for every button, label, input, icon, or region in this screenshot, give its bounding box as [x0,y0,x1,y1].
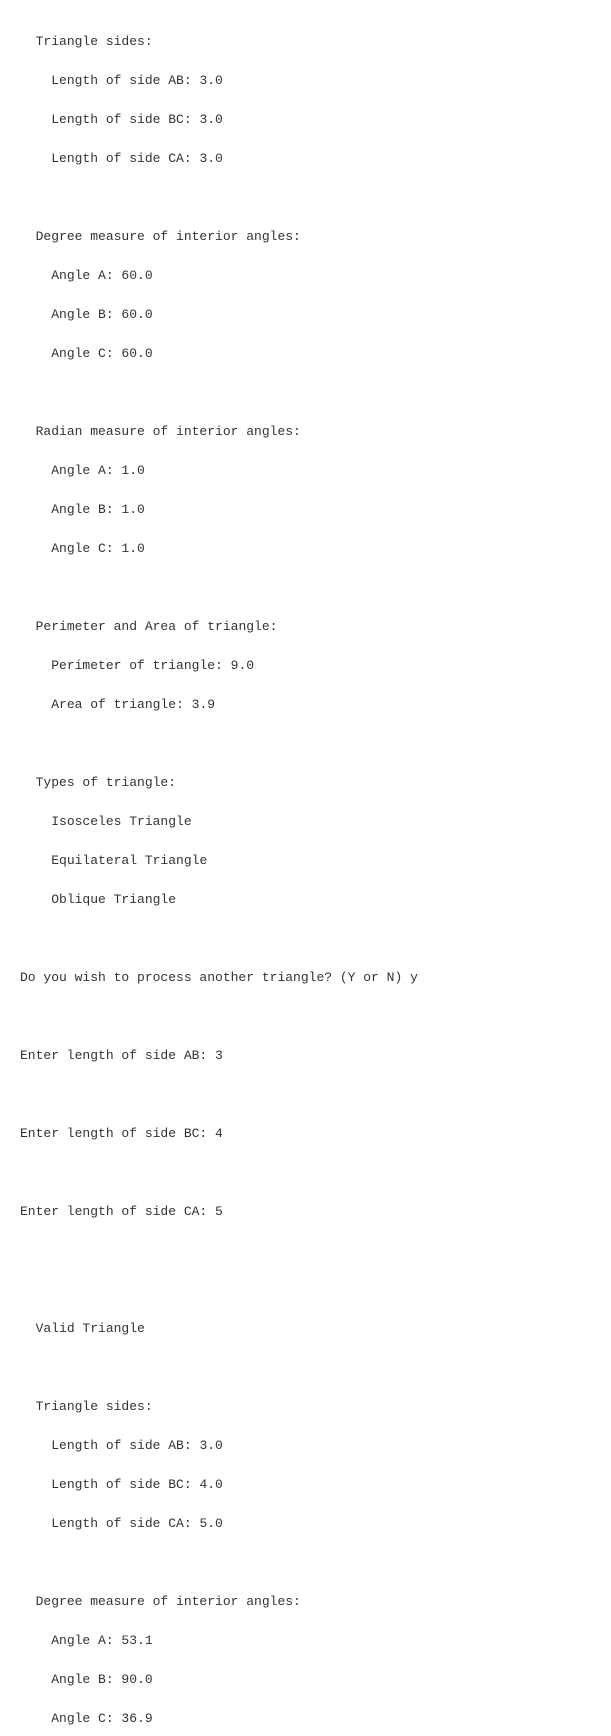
output-line: Angle C: 1.0 [20,539,591,559]
blank-line [20,734,591,754]
input-ca[interactable]: 5 [215,1204,223,1219]
output-line: Isosceles Triangle [20,812,591,832]
blank-line [20,1358,591,1378]
prompt-ca: Enter length of side CA: [20,1204,207,1219]
prompt-line: Do you wish to process another triangle?… [20,968,591,988]
output-line: Length of side AB: 3.0 [20,71,591,91]
side-ca: Length of side CA: 5.0 [51,1516,223,1531]
section-heading: Degree measure of interior angles: [36,1594,301,1609]
angle-a-deg: Angle A: 53.1 [51,1633,152,1648]
blank-line [20,188,591,208]
output-line: Oblique Triangle [20,890,591,910]
valid-triangle: Valid Triangle [36,1321,145,1336]
prompt-ab: Enter length of side AB: [20,1048,207,1063]
output-line: Angle A: 60.0 [20,266,591,286]
side-bc: Length of side BC: 4.0 [51,1477,223,1492]
angle-b-deg: Angle B: 60.0 [51,307,152,322]
output-line: Area of triangle: 3.9 [20,695,591,715]
prompt-another: Do you wish to process another triangle?… [20,970,402,985]
perimeter: Perimeter of triangle: 9.0 [51,658,254,673]
section-heading: Radian measure of interior angles: [36,424,301,439]
output-line: Angle C: 60.0 [20,344,591,364]
blank-line [20,1163,591,1183]
section-heading: Degree measure of interior angles: [36,229,301,244]
angle-c-rad: Angle C: 1.0 [51,541,145,556]
section-heading: Perimeter and Area of triangle: [36,619,278,634]
output-line: Length of side CA: 5.0 [20,1514,591,1534]
output-line: Degree measure of interior angles: [20,227,591,247]
output-line: Length of side BC: 4.0 [20,1475,591,1495]
prompt-line: Enter length of side CA: 5 [20,1202,591,1222]
side-ab: Length of side AB: 3.0 [51,73,223,88]
output-line: Length of side CA: 3.0 [20,149,591,169]
output-line: Angle A: 53.1 [20,1631,591,1651]
side-bc: Length of side BC: 3.0 [51,112,223,127]
output-line: Angle B: 60.0 [20,305,591,325]
output-line: Types of triangle: [20,773,591,793]
output-line: Perimeter of triangle: 9.0 [20,656,591,676]
triangle-type: Isosceles Triangle [51,814,191,829]
output-line: Length of side AB: 3.0 [20,1436,591,1456]
triangle-type: Equilateral Triangle [51,853,207,868]
angle-a-deg: Angle A: 60.0 [51,268,152,283]
blank-line [20,578,591,598]
blank-line [20,1007,591,1027]
side-ab: Length of side AB: 3.0 [51,1438,223,1453]
section-heading: Triangle sides: [36,34,153,49]
output-line: Angle B: 90.0 [20,1670,591,1690]
output-line: Angle B: 1.0 [20,500,591,520]
angle-b-deg: Angle B: 90.0 [51,1672,152,1687]
angle-c-deg: Angle C: 60.0 [51,346,152,361]
output-line: Triangle sides: [20,1397,591,1417]
prompt-line: Enter length of side AB: 3 [20,1046,591,1066]
angle-b-rad: Angle B: 1.0 [51,502,145,517]
input-ab[interactable]: 3 [215,1048,223,1063]
output-line: Valid Triangle [20,1319,591,1339]
blank-line [20,383,591,403]
output-line: Perimeter and Area of triangle: [20,617,591,637]
prompt-bc: Enter length of side BC: [20,1126,207,1141]
output-line: Angle A: 1.0 [20,461,591,481]
prompt-line: Enter length of side BC: 4 [20,1124,591,1144]
blank-line [20,1241,591,1261]
angle-a-rad: Angle A: 1.0 [51,463,145,478]
blank-line [20,1085,591,1105]
side-ca: Length of side CA: 3.0 [51,151,223,166]
section-heading: Types of triangle: [36,775,176,790]
input-another[interactable]: y [410,970,418,985]
blank-line [20,929,591,949]
angle-c-deg: Angle C: 36.9 [51,1711,152,1726]
output-line: Equilateral Triangle [20,851,591,871]
area: Area of triangle: 3.9 [51,697,215,712]
output-line: Radian measure of interior angles: [20,422,591,442]
section-heading: Triangle sides: [36,1399,153,1414]
input-bc[interactable]: 4 [215,1126,223,1141]
blank-line [20,1280,591,1300]
output-line: Triangle sides: [20,32,591,52]
output-line: Length of side BC: 3.0 [20,110,591,130]
output-line: Degree measure of interior angles: [20,1592,591,1612]
blank-line [20,1553,591,1573]
output-line: Angle C: 36.9 [20,1709,591,1729]
triangle-type: Oblique Triangle [51,892,176,907]
